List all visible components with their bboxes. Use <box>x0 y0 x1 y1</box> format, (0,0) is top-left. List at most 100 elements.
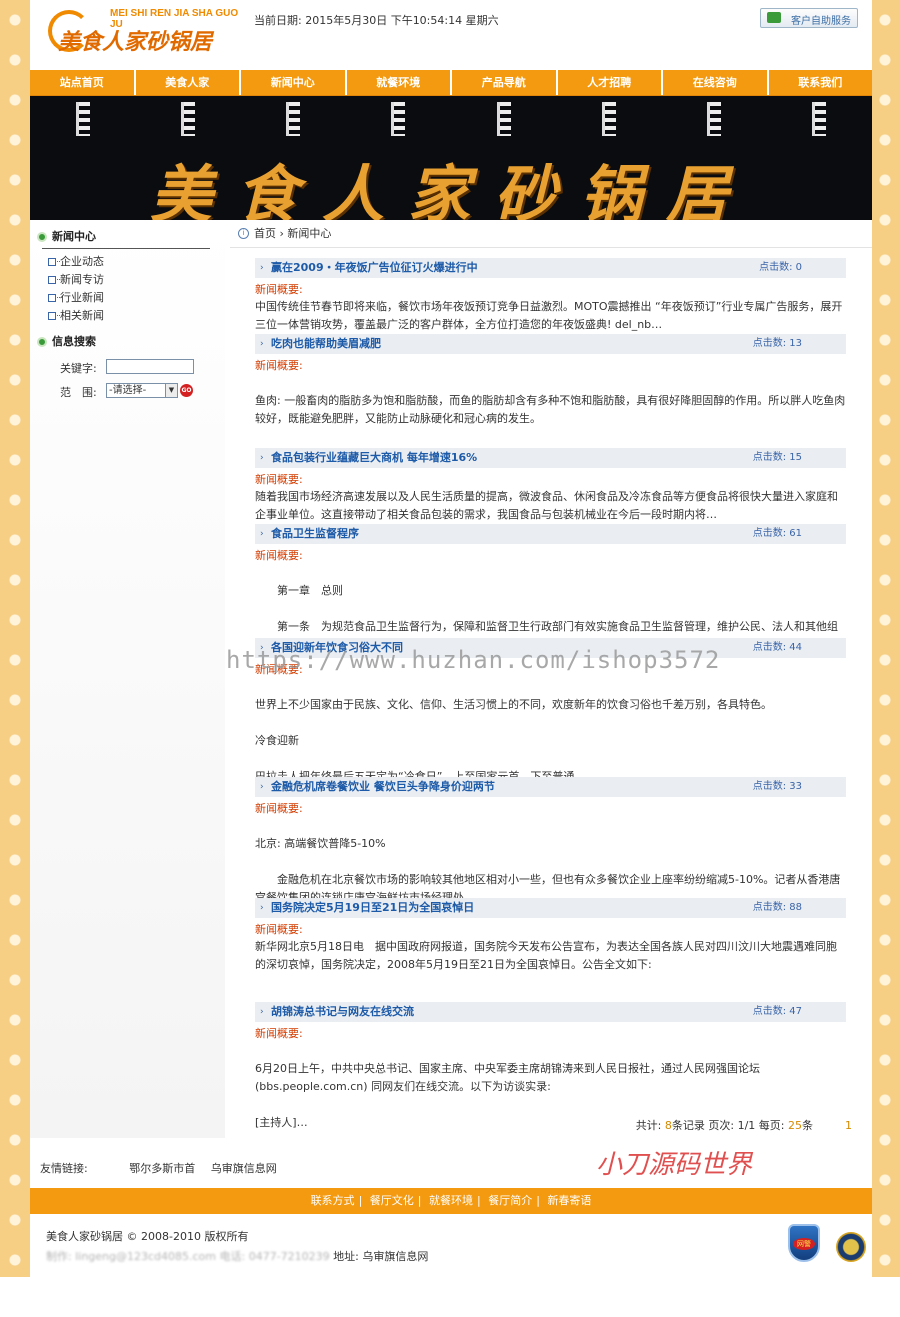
news-title-link[interactable]: 胡锦涛总书记与网友在线交流 <box>271 1005 414 1018</box>
main-content: i 首页 › 新闻中心 › 赢在2009・年夜饭广告位征订火爆进行中 点击数: 0 … <box>230 220 872 1138</box>
news-title-link[interactable]: 食品卫生监督程序 <box>271 527 359 540</box>
news-title-bar: › 金融危机席卷餐饮业 餐饮巨头争降身价迎两节 点击数: 33 <box>255 777 846 797</box>
click-count: 点击数: 61 <box>752 528 802 539</box>
arrow-right-icon: › <box>260 529 264 539</box>
list-item: › 胡锦涛总书记与网友在线交流 点击数: 47 新闻概要: 6月20日上午，中共中央… <box>255 1002 846 1132</box>
chevron-down-icon: ▼ <box>165 384 177 397</box>
nav-item-meishi[interactable]: 美食人家 <box>136 70 241 95</box>
nav-item-home[interactable]: 站点首页 <box>30 70 136 95</box>
per-page-count: 25 <box>788 1119 802 1132</box>
click-count: 点击数: 33 <box>752 781 802 792</box>
contact-address: 地址: 乌审旗信息网 <box>333 1250 429 1263</box>
click-count: 点击数: 15 <box>752 452 802 463</box>
news-title-link[interactable]: 赢在2009・年夜饭广告位征订火爆进行中 <box>271 261 478 274</box>
friend-links-label: 友情链接: <box>40 1162 88 1175</box>
sidebar-item-company[interactable]: 企业动态 <box>48 253 225 271</box>
watermark-url: https://www.huzhan.com/ishop3572 <box>226 646 721 674</box>
friend-link[interactable]: 鄂尔多斯市首 <box>129 1162 195 1175</box>
go-button[interactable]: GO <box>180 384 193 397</box>
header: MEI SHI REN JIA SHA GUO JU 美食人家砂锅居 当前日期:… <box>30 0 872 70</box>
current-date: 当前日期: 2015年5月30日 下午10:54:14 星期六 <box>254 14 499 27</box>
nav-item-jobs[interactable]: 人才招聘 <box>558 70 663 95</box>
sidebar: 新闻中心 企业动态 新闻专访 行业新闻 相关新闻 信息搜索 关键字: 范 围: … <box>30 220 225 1138</box>
range-select[interactable]: -请选择- ▼ <box>106 383 178 398</box>
nav-item-environment[interactable]: 就餐环境 <box>347 70 452 95</box>
news-title-bar: › 食品卫生监督程序 点击数: 61 <box>255 524 846 544</box>
breadcrumb-current: 新闻中心 <box>287 227 332 240</box>
summary-label: 新闻概要: <box>255 473 303 486</box>
contact-info: 制作: lingeng@123cd4085.com 电话: 0477-72102… <box>46 1248 428 1264</box>
bullet-icon <box>37 232 47 242</box>
friend-links: 友情链接: 鄂尔多斯市首 乌审旗信息网 <box>40 1160 289 1176</box>
news-title-bar: › 赢在2009・年夜饭广告位征订火爆进行中 点击数: 0 <box>255 258 846 278</box>
police-shield-icon[interactable]: 网警 <box>788 1224 820 1262</box>
summary-label: 新闻概要: <box>255 802 303 815</box>
nav-item-news[interactable]: 新闻中心 <box>241 70 347 95</box>
news-summary: 中国传统佳节春节即将来临，餐饮市场年夜饭预订竞争日益激烈。MOTO震撼推出 “年… <box>255 300 843 331</box>
sidebar-news-heading: 新闻中心 <box>30 226 225 248</box>
customer-service-label: 客户自助服务 <box>791 16 851 27</box>
customer-service-button[interactable]: 客户自助服务 <box>760 8 858 28</box>
click-count: 点击数: 88 <box>752 902 802 913</box>
breadcrumb: i 首页 › 新闻中心 <box>230 220 872 248</box>
banner-mongolian-script <box>30 102 872 136</box>
news-title-link[interactable]: 吃肉也能帮助美眉减肥 <box>271 337 381 350</box>
footer-link-culture[interactable]: 餐厅文化 <box>370 1194 414 1207</box>
list-item: › 食品卫生监督程序 点击数: 61 新闻概要: 第一章 总则 第一条 为规范食品卫… <box>255 524 846 654</box>
news-title-bar: › 胡锦涛总书记与网友在线交流 点击数: 47 <box>255 1002 846 1022</box>
news-category-tree: 企业动态 新闻专访 行业新闻 相关新闻 <box>30 249 225 325</box>
news-title-link[interactable]: 食品包装行业蕴藏巨大商机 每年增速16% <box>271 451 477 464</box>
list-item: › 国务院决定5月19日至21日为全国哀悼日 点击数: 88 新闻概要: 新华网北京… <box>255 898 846 1010</box>
friend-link[interactable]: 乌审旗信息网 <box>211 1162 277 1175</box>
police-emblem-icon[interactable] <box>836 1232 866 1262</box>
news-summary: 世界上不少国家由于民族、文化、信仰、生活习惯上的不同，欢度新年的饮食习俗也千差万… <box>255 698 772 783</box>
news-summary: 随着我国市场经济高速发展以及人民生活质量的提高，微波食品、休闲食品及冷冻食品等方… <box>255 490 838 521</box>
logo-chinese: 美食人家砂锅居 <box>58 29 213 55</box>
breadcrumb-home[interactable]: 首页 <box>254 227 276 240</box>
sidebar-item-industry[interactable]: 行业新闻 <box>48 289 225 307</box>
keyword-input[interactable] <box>106 359 194 374</box>
footer-link-environment[interactable]: 就餐环境 <box>429 1194 473 1207</box>
summary-label: 新闻概要: <box>255 923 303 936</box>
list-item: › 金融危机席卷餐饮业 餐饮巨头争降身价迎两节 点击数: 33 新闻概要: 北京: … <box>255 777 846 907</box>
news-summary: 北京: 高端餐饮普降5-10% 金融危机在北京餐饮市场的影响较其他地区相对小一些… <box>255 837 841 904</box>
arrow-right-icon: › <box>260 339 264 349</box>
copyright: 美食人家砂锅居 © 2008-2010 版权所有 <box>46 1230 249 1243</box>
sidebar-item-related[interactable]: 相关新闻 <box>48 307 225 325</box>
news-title-link[interactable]: 国务院决定5月19日至21日为全国哀悼日 <box>271 901 474 914</box>
main-nav: 站点首页 美食人家 新闻中心 就餐环境 产品导航 人才招聘 在线咨询 联系我们 <box>30 70 872 96</box>
page-indicator: 1/1 <box>737 1119 756 1132</box>
click-count: 点击数: 0 <box>759 262 802 273</box>
summary-label: 新闻概要: <box>255 1027 303 1040</box>
click-count: 点击数: 44 <box>752 642 802 653</box>
news-title-link[interactable]: 金融危机席卷餐饮业 餐饮巨头争降身价迎两节 <box>271 780 495 793</box>
list-item: › 吃肉也能帮助美眉减肥 点击数: 13 新闻概要: 鱼肉: 一般畜肉的脂肪多为饱和… <box>255 334 846 464</box>
footer-link-intro[interactable]: 餐厅简介 <box>488 1194 532 1207</box>
sidebar-search-heading: 信息搜索 <box>30 331 225 353</box>
summary-label: 新闻概要: <box>255 283 303 296</box>
bullet-icon <box>37 337 47 347</box>
arrow-right-icon: › <box>260 263 264 273</box>
news-title-bar: › 食品包装行业蕴藏巨大商机 每年增速16% 点击数: 15 <box>255 448 846 468</box>
range-row: 范 围: -请选择- ▼ GO <box>30 381 225 401</box>
list-item: › 赢在2009・年夜饭广告位征订火爆进行中 点击数: 0 新闻概要: 中国传统佳节… <box>255 258 846 334</box>
service-icon <box>767 12 781 23</box>
page: MEI SHI REN JIA SHA GUO JU 美食人家砂锅居 当前日期:… <box>30 0 872 1277</box>
keyword-row: 关键字: <box>30 357 225 377</box>
left-side-pattern <box>0 0 30 1277</box>
footer-link-greetings[interactable]: 新春寄语 <box>547 1194 591 1207</box>
arrow-right-icon: › <box>260 782 264 792</box>
pagination: 共计: 8条记录 页次: 1/1 每页: 25条 1 <box>635 1119 852 1132</box>
range-label: 范 围: <box>60 386 97 399</box>
logo[interactable]: MEI SHI REN JIA SHA GUO JU 美食人家砂锅居 <box>48 6 248 64</box>
page-link-1[interactable]: 1 <box>845 1119 852 1132</box>
nav-item-products[interactable]: 产品导航 <box>452 70 558 95</box>
nav-item-contact[interactable]: 联系我们 <box>769 70 873 95</box>
news-title-bar: › 国务院决定5月19日至21日为全国哀悼日 点击数: 88 <box>255 898 846 918</box>
click-count: 点击数: 47 <box>752 1006 802 1017</box>
nav-item-consult[interactable]: 在线咨询 <box>663 70 769 95</box>
footer-link-contact[interactable]: 联系方式 <box>311 1194 355 1207</box>
total-count: 8 <box>664 1119 672 1132</box>
sidebar-item-interview[interactable]: 新闻专访 <box>48 271 225 289</box>
arrow-right-icon: › <box>260 1007 264 1017</box>
